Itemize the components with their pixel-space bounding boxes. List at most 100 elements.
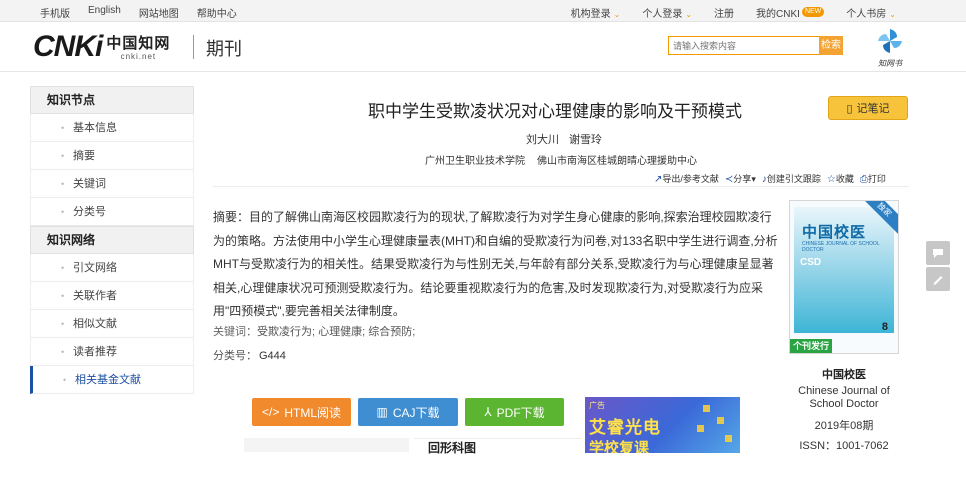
sidebar-item-label: 摘要 [73, 150, 95, 162]
sidebar-item-related-authors[interactable]: 关联作者 [30, 282, 194, 310]
zhiwang-book-logo[interactable]: 知网书 [872, 27, 908, 69]
cover-journal-cn: 中国校医 [802, 223, 867, 241]
sidebar-item-label: 分类号 [73, 206, 106, 218]
keywords-label: 关键词： [213, 326, 257, 338]
header-divider [193, 35, 194, 59]
journal-issn: ISSN：1001-7062 [799, 440, 889, 452]
divider [213, 186, 909, 187]
sidebar-item-label: 关联作者 [73, 290, 117, 302]
mobile-link[interactable]: 手机版 [40, 5, 70, 20]
help-link[interactable]: 帮助中心 [197, 5, 237, 20]
ad-tag: 广告 [589, 401, 605, 410]
top-bar: 手机版 English 网站地图 帮助中心 机构登录 ⌄ 个人登录 ⌄ 注册 我的C… [0, 0, 966, 22]
ad-decoration [717, 417, 724, 424]
html-read-label: HTML阅读 [284, 405, 342, 420]
monthly-tag: 个刊发行 [790, 339, 832, 353]
author-link[interactable]: 谢雪玲 [569, 131, 602, 147]
chevron-down-icon: ⌄ [685, 10, 693, 19]
logo-cn-text: 中国知网 [106, 33, 171, 52]
author-link[interactable]: 刘大川 [526, 131, 559, 147]
logo-cnki-text: CNKi [33, 30, 103, 63]
lower-middle-panel: 回形科图 [414, 438, 582, 455]
sidebar-item-class-no[interactable]: 分类号 [30, 198, 194, 226]
journal-cover[interactable]: 中国校医 CHINESE JOURNAL OF SCHOOL DOCTOR CS… [789, 200, 899, 354]
keywords-value[interactable]: 受欺凌行为; 心理健康; 综合预防; [257, 326, 415, 338]
abstract-text: 目的了解佛山南海区校园欺凌行为的现状,了解欺凌行为对学生身心健康的影响,探索治理… [213, 210, 778, 319]
feedback-float-button[interactable] [926, 241, 950, 265]
sidebar-item-label: 相关基金文献 [75, 374, 141, 386]
sidebar: 知识节点 基本信息 摘要 关键词 分类号 知识网络 引文网络 关联作者 相似文献… [30, 86, 194, 394]
top-right-links: 机构登录 ⌄ 个人登录 ⌄ 注册 我的CNKI NEW 个人书房 ⌄ [571, 5, 896, 20]
class-row: 分类号： G444 [213, 347, 286, 363]
favorite-button[interactable]: ☆收藏 [827, 172, 854, 185]
cnki-logo[interactable]: CNKi 中国知网 cnki.net [33, 30, 170, 63]
section-title: 期刊 [206, 39, 242, 59]
sidebar-head-knowledge-node: 知识节点 [30, 86, 194, 114]
sidebar-item-label: 关键词 [73, 178, 106, 190]
take-note-label: 记笔记 [856, 103, 890, 115]
sidebar-item-keywords[interactable]: 关键词 [30, 170, 194, 198]
sidebar-item-label: 读者推荐 [73, 346, 117, 358]
cite-track-button[interactable]: ♪创建引文跟踪 [762, 172, 821, 185]
journal-issue[interactable]: 2019年08期 [789, 417, 899, 433]
pdf-download-button[interactable]: ⅄ PDF下载 [465, 398, 564, 426]
abstract-block: 摘要：目的了解佛山南海区校园欺凌行为的现状,了解欺凌行为对学生身心健康的影响,探… [213, 206, 779, 324]
sidebar-item-similar-docs[interactable]: 相似文献 [30, 310, 194, 338]
edit-float-button[interactable] [926, 267, 950, 291]
pdf-icon: ⅄ [484, 405, 492, 419]
personal-library-label: 个人书房 [846, 9, 887, 20]
english-link[interactable]: English [88, 5, 121, 20]
ad-line1: 艾睿光电 [589, 418, 661, 437]
article-title: 职中学生受欺凌状况对心理健康的影响及干预模式 [368, 102, 742, 121]
favorite-label: 收藏 [835, 174, 854, 184]
affiliation-link[interactable]: 广州卫生职业技术学院 [425, 152, 525, 167]
ad-decoration [725, 435, 732, 442]
search-input[interactable] [668, 36, 819, 55]
new-badge: NEW [801, 7, 825, 17]
ad-decoration [703, 405, 710, 412]
abstract-label: 摘要： [213, 210, 250, 224]
sidebar-item-reader-recommend[interactable]: 读者推荐 [30, 338, 194, 366]
caj-download-button[interactable]: ▥ CAJ下载 [358, 398, 458, 426]
export-button[interactable]: ↗导出/参考文献 [654, 172, 719, 185]
class-value: G444 [259, 350, 286, 362]
logo-url-text: cnki.net [120, 51, 157, 61]
cover-issue-number: 8 [881, 321, 888, 333]
print-button[interactable]: ⎙打印 [860, 172, 886, 185]
journal-name[interactable]: 中国校医 [789, 366, 899, 382]
personal-library-link[interactable]: 个人书房 ⌄ [846, 5, 896, 20]
printer-icon: ⎙ [859, 174, 868, 185]
export-label: 导出/参考文献 [662, 174, 719, 184]
site-header: CNKi 中国知网 cnki.net 期刊 检索 知网书 [0, 22, 966, 72]
cover-journal-en: CHINESE JOURNAL OF SCHOOL DOCTOR [802, 241, 880, 253]
chevron-down-icon: ⌄ [889, 10, 896, 19]
share-button[interactable]: ≺分享▾ [725, 172, 756, 185]
logo-cn-block: 中国知网 cnki.net [106, 34, 170, 61]
take-note-button[interactable]: ▯ 记笔记 [828, 96, 908, 120]
personal-login-link[interactable]: 个人登录 ⌄ [642, 5, 692, 20]
my-cnki-link[interactable]: 我的CNKI NEW [756, 5, 825, 20]
sidebar-item-abstract[interactable]: 摘要 [30, 142, 194, 170]
advertisement-banner[interactable]: 广告 艾睿光电 学校复课 [585, 397, 740, 453]
sitemap-link[interactable]: 网站地图 [139, 5, 179, 20]
print-label: 打印 [867, 174, 886, 184]
affiliation-link[interactable]: 佛山市南海区桂城朗晴心理援助中心 [537, 152, 697, 167]
chevron-down-icon: ▾ [751, 174, 756, 184]
sidebar-item-basic-info[interactable]: 基本信息 [30, 114, 194, 142]
chat-bubble-icon [933, 249, 943, 258]
author-list: 刘大川 谢雪玲 [526, 131, 602, 147]
pinwheel-icon [878, 29, 902, 53]
top-left-links: 手机版 English 网站地图 帮助中心 [40, 5, 237, 20]
sidebar-item-citation-network[interactable]: 引文网络 [30, 254, 194, 282]
html-read-button[interactable]: </> HTML阅读 [252, 398, 351, 426]
lower-left-panel [244, 438, 409, 452]
notebook-icon: ▯ [846, 102, 853, 115]
sidebar-item-label: 引文网络 [73, 262, 117, 274]
search-button[interactable]: 检索 [819, 36, 843, 55]
sidebar-item-fund-docs[interactable]: 相关基金文献 [30, 366, 194, 394]
register-link[interactable]: 注册 [714, 5, 734, 20]
code-icon: </> [261, 405, 280, 419]
my-cnki-label: 我的CNKI [756, 9, 800, 20]
ad-decoration [697, 425, 704, 432]
institution-login-link[interactable]: 机构登录 ⌄ [571, 5, 621, 20]
